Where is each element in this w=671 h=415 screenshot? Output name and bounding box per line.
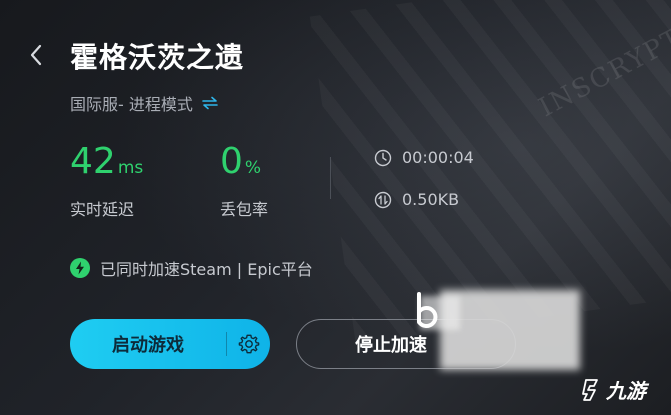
traffic-value: 0.50KB xyxy=(402,190,460,209)
stop-acceleration-label: 停止加速 xyxy=(355,335,427,356)
packet-loss-value: 0 xyxy=(220,141,243,182)
latency-stat: 42 ms 实时延迟 xyxy=(70,142,143,220)
start-game-button[interactable]: 启动游戏 xyxy=(70,319,270,369)
stats-divider xyxy=(330,157,331,199)
packet-loss-unit: % xyxy=(244,158,262,178)
game-title: 霍格沃茨之遗 xyxy=(70,41,245,74)
duration-row: 00:00:04 xyxy=(374,148,474,167)
blurred-watermark xyxy=(440,290,580,370)
blurred-logo-icon xyxy=(417,292,438,328)
lightning-icon xyxy=(70,258,90,278)
back-button[interactable] xyxy=(24,40,48,70)
latency-value-row: 42 ms xyxy=(70,142,143,188)
latency-unit: ms xyxy=(117,158,144,178)
clock-icon xyxy=(374,149,392,166)
packet-loss-label: 丢包率 xyxy=(220,200,269,219)
duration-value: 00:00:04 xyxy=(402,148,474,167)
packet-loss-value-row: 0% xyxy=(220,142,268,188)
latency-value: 42 xyxy=(70,141,116,182)
latency-label: 实时延迟 xyxy=(70,200,135,219)
swap-mode-button[interactable] xyxy=(201,96,219,110)
server-mode-label: 国际服- 进程模式 xyxy=(70,95,193,114)
acceleration-note: 已同时加速Steam | Epic平台 xyxy=(70,256,313,280)
packet-loss-stat: 0% 丢包率 xyxy=(220,142,268,220)
brand-logo: 九游 xyxy=(580,375,646,404)
chevron-left-icon xyxy=(30,44,42,66)
traffic-row: 0.50KB xyxy=(374,190,459,209)
traffic-icon xyxy=(374,191,392,208)
brand-name: 九游 xyxy=(606,379,646,403)
game-settings-button[interactable] xyxy=(227,333,270,355)
brand-mark-icon xyxy=(582,378,598,401)
mode-row: 国际服- 进程模式 xyxy=(70,91,219,115)
swap-icon xyxy=(202,96,218,110)
gear-icon xyxy=(238,334,259,354)
start-game-label: 启动游戏 xyxy=(112,335,184,356)
acceleration-note-text: 已同时加速Steam | Epic平台 xyxy=(100,260,313,279)
